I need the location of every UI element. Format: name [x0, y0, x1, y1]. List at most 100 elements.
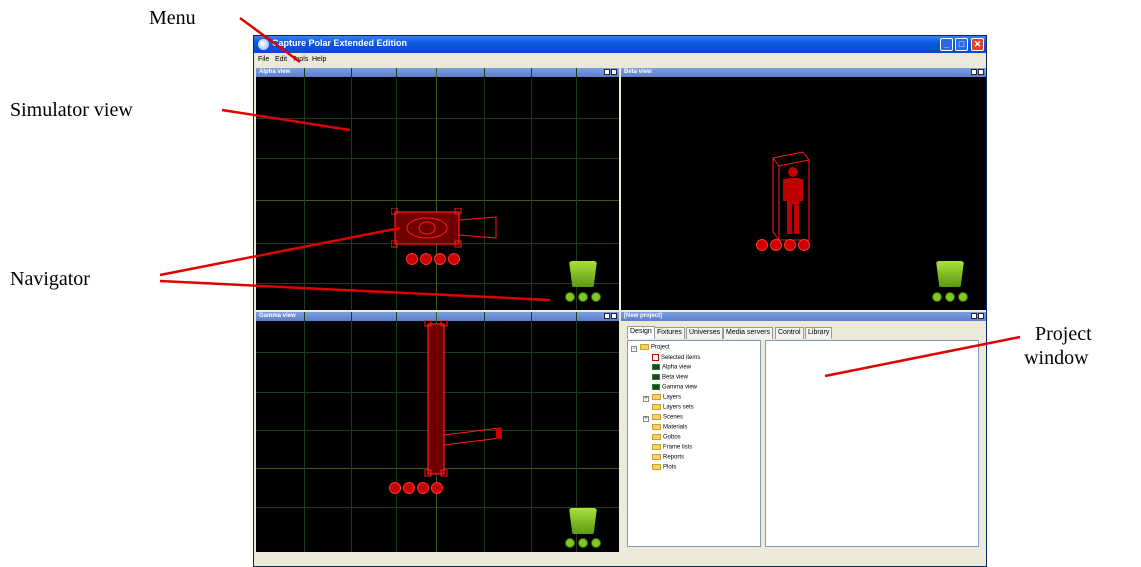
- trash-icon[interactable]: [936, 261, 964, 287]
- rotate-fixture-icon[interactable]: [420, 253, 432, 265]
- tree-item-label: Reports: [663, 454, 685, 461]
- tree-item-label: Project: [651, 344, 670, 351]
- pin-icon[interactable]: [604, 313, 610, 319]
- tree-item-layers-sets[interactable]: Layers sets: [652, 404, 694, 411]
- help-fixture-icon[interactable]: [431, 482, 443, 494]
- tree-item-label: Beta view: [662, 374, 689, 381]
- zoom-tool-icon[interactable]: [565, 538, 575, 548]
- alpha-view-header: Alpha view: [256, 68, 619, 77]
- move-fixture-icon[interactable]: [784, 239, 796, 251]
- zoom-tool-icon[interactable]: [565, 292, 575, 302]
- tree-item-scenes[interactable]: Scenes: [652, 414, 683, 421]
- zoom-tool-icon[interactable]: [932, 292, 942, 302]
- tree-item-plots[interactable]: Plots: [652, 464, 676, 471]
- project-tree[interactable]: − Project Selected items Alpha view Beta…: [627, 340, 761, 547]
- folder-icon: [652, 394, 661, 400]
- menu-file[interactable]: File: [258, 56, 269, 63]
- beta-view-pane[interactable]: Beta view: [621, 68, 986, 310]
- close-button[interactable]: ✕: [971, 38, 984, 51]
- tree-item-gobos[interactable]: Gobos: [652, 434, 681, 441]
- tab-media-servers[interactable]: Media servers: [723, 327, 773, 339]
- tree-item-alpha-view[interactable]: Alpha view: [652, 364, 691, 371]
- tab-design[interactable]: Design: [627, 326, 655, 339]
- grid-line: [396, 68, 397, 310]
- alpha-view-title: Alpha view: [259, 69, 291, 75]
- menu-tools[interactable]: Tools: [292, 56, 308, 63]
- maximize-pane-icon[interactable]: [978, 313, 984, 319]
- tree-item-label: Plots: [663, 464, 677, 471]
- window-title: Capture Polar Extended Edition: [272, 38, 408, 48]
- maximize-pane-icon[interactable]: [611, 69, 617, 75]
- callout-simulator-view: Simulator view: [10, 99, 133, 121]
- tree-item-label: Alpha view: [662, 364, 692, 371]
- grid-line: [304, 68, 305, 310]
- pan-tool-icon[interactable]: [578, 292, 588, 302]
- tree-item-label: Layers sets: [663, 404, 694, 411]
- tab-control[interactable]: Control: [775, 327, 804, 339]
- grid-line: [484, 68, 485, 310]
- tree-item-reports[interactable]: Reports: [652, 454, 684, 461]
- folder-icon: [652, 424, 661, 430]
- grid-line: [256, 283, 619, 284]
- maximize-button[interactable]: □: [955, 38, 968, 51]
- grid-line: [351, 312, 352, 552]
- grid-line: [531, 312, 532, 552]
- rotate-fixture-icon[interactable]: [770, 239, 782, 251]
- tree-item-beta-view[interactable]: Beta view: [652, 374, 688, 381]
- tree-item-gamma-view[interactable]: Gamma view: [652, 384, 697, 391]
- orbit-tool-icon[interactable]: [591, 292, 601, 302]
- tree-item-materials[interactable]: Materials: [652, 424, 687, 431]
- pin-icon[interactable]: [971, 313, 977, 319]
- folder-icon: [640, 344, 649, 350]
- tree-item-frame-lists[interactable]: Frame lists: [652, 444, 692, 451]
- gamma-view-pane[interactable]: Gamma view: [256, 312, 619, 552]
- title-bar[interactable]: Capture Polar Extended Edition _ □ ✕: [254, 36, 986, 53]
- callout-navigator: Navigator: [10, 268, 90, 290]
- edit-fixture-icon[interactable]: [756, 239, 768, 251]
- maximize-pane-icon[interactable]: [978, 69, 984, 75]
- orbit-tool-icon[interactable]: [958, 292, 968, 302]
- edit-fixture-icon[interactable]: [389, 482, 401, 494]
- pin-icon[interactable]: [604, 69, 610, 75]
- tree-item-selected-items[interactable]: Selected items: [652, 354, 700, 361]
- pin-icon[interactable]: [971, 69, 977, 75]
- tab-universes[interactable]: Universes: [686, 327, 724, 339]
- pan-tool-icon[interactable]: [945, 292, 955, 302]
- tab-fixtures[interactable]: Fixtures: [654, 327, 685, 339]
- alpha-view-pane[interactable]: Alpha view: [256, 68, 619, 310]
- move-fixture-icon[interactable]: [417, 482, 429, 494]
- trash-icon[interactable]: [569, 261, 597, 287]
- fixture-top-view[interactable]: [391, 208, 501, 250]
- tab-library[interactable]: Library: [805, 327, 833, 339]
- human-figure-model[interactable]: [769, 148, 814, 243]
- axis-line: [256, 200, 619, 201]
- minimize-button[interactable]: _: [940, 38, 953, 51]
- folder-icon: [652, 454, 661, 460]
- tree-item-label: Gobos: [663, 434, 681, 441]
- callout-project-line2: window: [1024, 347, 1089, 369]
- axis-line: [436, 68, 437, 310]
- expand-layers-toggle[interactable]: +: [643, 396, 649, 402]
- rotate-fixture-icon[interactable]: [403, 482, 415, 494]
- menu-help[interactable]: Help: [312, 56, 326, 63]
- help-fixture-icon[interactable]: [798, 239, 810, 251]
- trash-icon[interactable]: [569, 508, 597, 534]
- tree-item-project[interactable]: Project: [640, 344, 670, 351]
- project-properties-panel[interactable]: [765, 340, 979, 547]
- move-fixture-icon[interactable]: [434, 253, 446, 265]
- orbit-tool-icon[interactable]: [591, 538, 601, 548]
- expand-scenes-toggle[interactable]: +: [643, 416, 649, 422]
- help-fixture-icon[interactable]: [448, 253, 460, 265]
- maximize-pane-icon[interactable]: [611, 313, 617, 319]
- selection-icon: [652, 354, 659, 361]
- app-window: Capture Polar Extended Edition _ □ ✕ Fil…: [253, 35, 987, 567]
- pan-tool-icon[interactable]: [578, 538, 588, 548]
- collapse-project-toggle[interactable]: −: [631, 346, 637, 352]
- menu-edit[interactable]: Edit: [275, 56, 287, 63]
- fixture-side-view[interactable]: [422, 320, 512, 485]
- app-logo-icon: [258, 39, 269, 50]
- tree-item-layers[interactable]: Layers: [652, 394, 681, 401]
- edit-fixture-icon[interactable]: [406, 253, 418, 265]
- tree-item-label: Scenes: [663, 414, 684, 421]
- grid-line: [256, 507, 619, 508]
